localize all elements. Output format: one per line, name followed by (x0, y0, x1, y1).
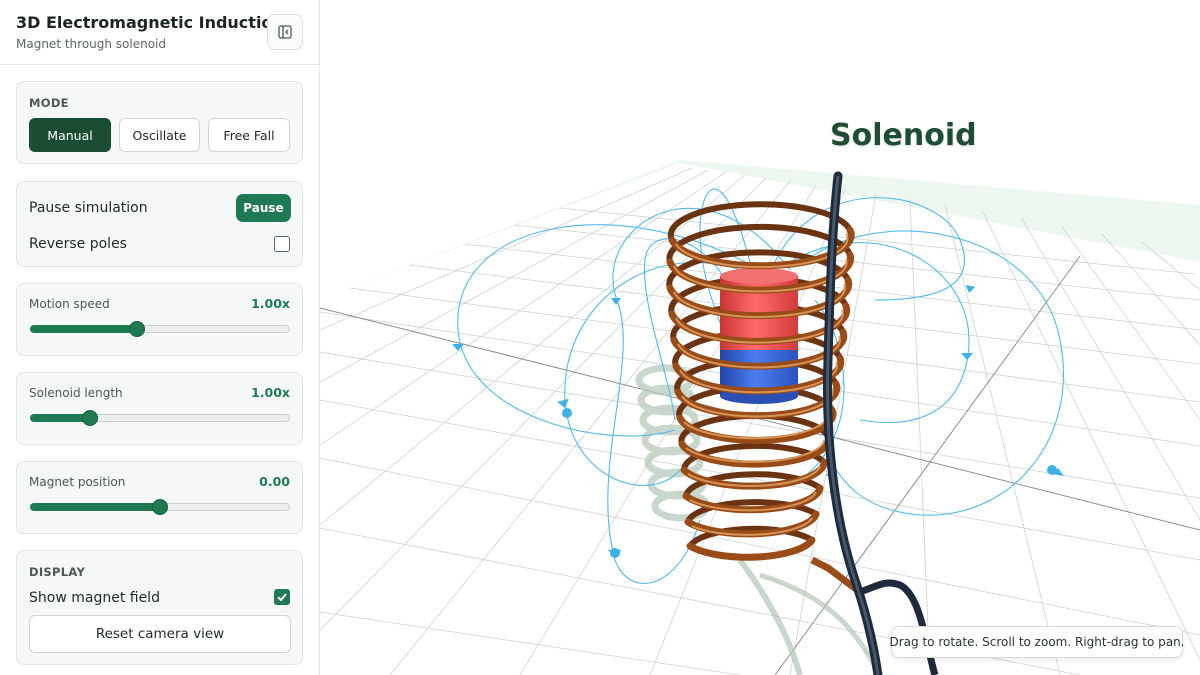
mode-label: MODE (29, 96, 69, 110)
control-sidebar: 3D Electromagnetic Induction Magnet thro… (0, 0, 320, 675)
pause-button[interactable]: Pause (236, 194, 291, 222)
display-card: DISPLAY Show magnet field Reset camera v… (16, 550, 303, 665)
solenoid-length-fill (30, 414, 90, 422)
pause-simulation-label: Pause simulation (29, 200, 148, 216)
motion-speed-label: Motion speed (29, 297, 110, 311)
magnet-position-fill (30, 503, 159, 511)
motion-speed-value: 1.00x (251, 296, 290, 311)
magnet-position-label: Magnet position (29, 475, 126, 489)
app-subtitle: Magnet through solenoid (16, 37, 167, 51)
solenoid-length-value: 1.00x (251, 385, 290, 400)
motion-speed-thumb[interactable] (128, 321, 145, 337)
display-label: DISPLAY (29, 565, 86, 579)
mode-card: MODE Manual Oscillate Free Fall (16, 81, 303, 164)
motion-speed-fill (30, 325, 136, 333)
show-magnet-field-checkbox[interactable] (274, 589, 290, 605)
motion-speed-slider[interactable] (30, 321, 290, 337)
3d-viewport[interactable]: Solenoid Drag to rotate. Scroll to zoom.… (320, 0, 1200, 675)
mode-oscillate-button[interactable]: Oscillate (119, 118, 200, 152)
sidebar-collapse-icon (278, 25, 292, 39)
solenoid-length-slider[interactable] (30, 410, 290, 426)
motion-speed-card: Motion speed 1.00x (16, 283, 303, 356)
sidebar-header: 3D Electromagnetic Induction Magnet thro… (0, 0, 319, 65)
show-magnet-field-label: Show magnet field (29, 590, 160, 606)
checkmark-icon (277, 593, 287, 602)
scene-canvas[interactable] (320, 0, 1200, 675)
reverse-poles-label: Reverse poles (29, 236, 127, 252)
solenoid-length-card: Solenoid length 1.00x (16, 372, 303, 445)
magnet-position-value: 0.00 (259, 474, 290, 489)
reset-camera-button[interactable]: Reset camera view (29, 615, 291, 653)
app-title: 3D Electromagnetic Induction (16, 13, 284, 32)
solenoid-label: Solenoid (830, 118, 977, 153)
simulation-card: Pause simulation Pause Reverse poles (16, 181, 303, 267)
magnet-position-card: Magnet position 0.00 (16, 461, 303, 534)
navigation-hint: Drag to rotate. Scroll to zoom. Right-dr… (890, 626, 1185, 658)
magnet-position-thumb[interactable] (152, 499, 168, 515)
magnet-position-slider[interactable] (30, 499, 290, 515)
collapse-sidebar-button[interactable] (267, 14, 303, 50)
solenoid-length-label: Solenoid length (29, 386, 123, 400)
mode-manual-button[interactable]: Manual (29, 118, 111, 152)
reverse-poles-checkbox[interactable] (274, 236, 290, 252)
solenoid-length-thumb[interactable] (82, 410, 99, 426)
mode-free-fall-button[interactable]: Free Fall (208, 118, 290, 152)
